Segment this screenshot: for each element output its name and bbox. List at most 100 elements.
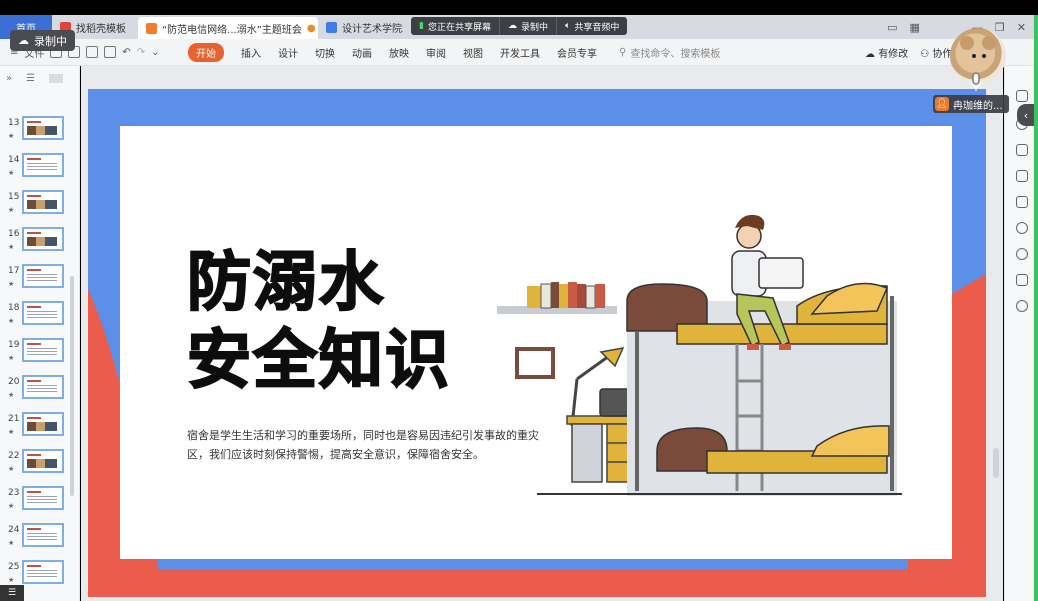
bookshelf-graphic bbox=[497, 282, 617, 314]
slide-thumbnail[interactable]: 13 ★ bbox=[0, 116, 80, 146]
slide-number: 25 bbox=[8, 562, 20, 572]
shape-icon[interactable] bbox=[1016, 196, 1028, 208]
menu-insert[interactable]: 插入 bbox=[241, 45, 261, 60]
slide-thumbnail-image bbox=[22, 449, 64, 473]
modify-button[interactable]: ☁ 有修改 bbox=[865, 45, 908, 60]
slide-thumbnail-image bbox=[22, 153, 64, 177]
participant-name-tag[interactable]: 👤︎ 冉珈维的... bbox=[933, 95, 1009, 113]
slide-thumbnail[interactable]: 22 ★ bbox=[0, 449, 80, 479]
collab-button[interactable]: ⚇ 协作 bbox=[920, 45, 952, 60]
slide-thumbnail[interactable]: 14 ★ bbox=[0, 153, 80, 183]
format-icon[interactable] bbox=[1016, 90, 1028, 102]
slide-thumbnail-image bbox=[22, 560, 64, 584]
slide-thumbnail[interactable]: 23 ★ bbox=[0, 486, 80, 516]
restore-icon[interactable]: ❐ bbox=[995, 21, 1005, 34]
menu-review[interactable]: 审阅 bbox=[426, 45, 446, 60]
participant-name: 冉珈维的... bbox=[953, 100, 1003, 112]
sharing-label: 您正在共享屏幕 bbox=[427, 22, 491, 33]
copy-icon[interactable] bbox=[1016, 170, 1028, 182]
tab-presentation-label: “防范电信网络...溺水”主题班会 bbox=[162, 24, 302, 36]
menu-member[interactable]: 会员专享 bbox=[557, 45, 597, 60]
menu-developer[interactable]: 开发工具 bbox=[500, 45, 540, 60]
menu-transition[interactable]: 切换 bbox=[315, 45, 335, 60]
slide-thumbnail[interactable]: 19 ★ bbox=[0, 338, 80, 368]
slide-thumbnail[interactable]: 24 ★ bbox=[0, 523, 80, 553]
slide-thumbnail-image bbox=[22, 375, 64, 399]
animation-star-icon: ★ bbox=[8, 428, 15, 436]
thumbnail-view-icon[interactable] bbox=[49, 73, 64, 83]
slide-thumbnail-image bbox=[22, 301, 64, 325]
tab-presentation[interactable]: “防范电信网络...溺水”主题班会 ● bbox=[138, 17, 318, 39]
animation-star-icon: ★ bbox=[8, 539, 15, 547]
menu-view[interactable]: 视图 bbox=[463, 45, 483, 60]
undo-icon[interactable]: ↶ bbox=[122, 47, 130, 58]
dormitory-illustration bbox=[497, 214, 902, 496]
pin-icon[interactable] bbox=[1016, 144, 1028, 156]
canvas-scrollbar[interactable] bbox=[993, 448, 999, 478]
menu-design[interactable]: 设计 bbox=[278, 45, 298, 60]
menu-animation[interactable]: 动画 bbox=[352, 45, 372, 60]
slide-thumbnail-image bbox=[22, 523, 64, 547]
close-icon[interactable]: ✕ bbox=[1017, 21, 1026, 34]
question-icon[interactable] bbox=[1016, 300, 1028, 312]
slide-thumbnail[interactable]: 16 ★ bbox=[0, 227, 80, 257]
slide-number: 24 bbox=[8, 525, 20, 535]
help-icon[interactable] bbox=[1016, 248, 1028, 260]
slide-title-line2: 安全知识 bbox=[186, 324, 451, 398]
animation-star-icon: ★ bbox=[8, 502, 15, 510]
animation-star-icon: ★ bbox=[8, 280, 15, 288]
slide-number: 15 bbox=[8, 192, 20, 202]
outline-icon[interactable]: ☰ bbox=[26, 73, 35, 84]
slide-thumbnail[interactable]: 21 ★ bbox=[0, 412, 80, 442]
bear-ear-right bbox=[982, 36, 996, 50]
location-icon[interactable] bbox=[1016, 222, 1028, 234]
preview-icon[interactable] bbox=[104, 46, 117, 58]
more-icon[interactable]: ⌄ bbox=[151, 47, 159, 58]
tab-document[interactable]: 设计艺术学院xx bbox=[318, 15, 403, 39]
cloud-record-icon: ☁ bbox=[507, 21, 517, 31]
slide-thumbnail[interactable]: 18 ★ bbox=[0, 301, 80, 331]
print-icon[interactable] bbox=[86, 46, 99, 58]
slide-number: 20 bbox=[8, 377, 20, 387]
menu-slideshow[interactable]: 放映 bbox=[389, 45, 409, 60]
mic-icon[interactable] bbox=[969, 72, 983, 92]
sharing-status[interactable]: ▮ 您正在共享屏幕 bbox=[411, 17, 500, 35]
recording-label: 录制中 bbox=[520, 22, 548, 33]
slide-number: 21 bbox=[8, 414, 20, 424]
collapse-arrow-icon[interactable]: ‹ bbox=[1017, 104, 1035, 126]
slide-number: 14 bbox=[8, 155, 20, 165]
slide-thumbnail[interactable]: 15 ★ bbox=[0, 190, 80, 220]
tab-document-label: 设计艺术学院xx bbox=[342, 23, 403, 35]
animation-star-icon: ★ bbox=[8, 391, 15, 399]
grid-icon[interactable]: ▦ bbox=[910, 21, 920, 34]
animation-star-icon: ★ bbox=[8, 354, 15, 362]
current-slide[interactable]: 防溺水 安全知识 宿舍是学生生活和学习的重要场所，同时也是容易因违纪引发事故的重… bbox=[88, 89, 986, 597]
collapse-panel-icon[interactable]: » bbox=[6, 73, 12, 84]
slide-number: 22 bbox=[8, 451, 20, 461]
slide-number: 19 bbox=[8, 340, 20, 350]
slide-thumbnail[interactable]: 20 ★ bbox=[0, 375, 80, 405]
redo-icon[interactable]: ↷ bbox=[137, 47, 145, 58]
book-icon[interactable] bbox=[1016, 274, 1028, 286]
slide-canvas[interactable]: 防溺水 安全知识 宿舍是学生生活和学习的重要场所，同时也是容易因违纪引发事故的重… bbox=[81, 66, 1003, 601]
slide-thumbnail[interactable]: 17 ★ bbox=[0, 264, 80, 294]
user-icon: 👤︎ bbox=[935, 97, 949, 111]
slide-thumbnail-panel: » ☰ 13 ★ 14 ★ 15 ★ 16 ★ 17 ★ 18 ★ 19 ★ 20 ★ 21 ★ 22 ★ 23 ★ 24 ★… bbox=[0, 66, 80, 601]
modify-label: 有修改 bbox=[878, 49, 909, 60]
wall-frame-graphic bbox=[515, 347, 555, 379]
share-border bbox=[1034, 15, 1038, 601]
command-search[interactable]: ⚲ 查找命令、搜索模板 bbox=[619, 45, 720, 60]
signal-icon: ▮ bbox=[419, 21, 424, 31]
tab-templates-label: 找稻壳模板 bbox=[76, 23, 126, 35]
slide-number: 18 bbox=[8, 303, 20, 313]
thumbnail-scrollbar[interactable] bbox=[70, 276, 74, 496]
menu-home[interactable]: 开始 bbox=[188, 42, 224, 62]
recording-status[interactable]: ☁ 录制中 bbox=[500, 17, 557, 35]
screen-share-bar: ▮ 您正在共享屏幕 ☁ 录制中 🔈︎ 共享音频中 bbox=[411, 17, 628, 35]
layout-icon[interactable]: ▭ bbox=[887, 21, 897, 34]
panel-menu-icon[interactable]: ☰ bbox=[0, 585, 24, 601]
audio-share-status[interactable]: 🔈︎ 共享音频中 bbox=[557, 17, 627, 35]
right-sidebar bbox=[1004, 66, 1038, 601]
slide-thumbnail-image bbox=[22, 412, 64, 436]
recording-badge[interactable]: ☁ 录制中 bbox=[10, 30, 75, 51]
